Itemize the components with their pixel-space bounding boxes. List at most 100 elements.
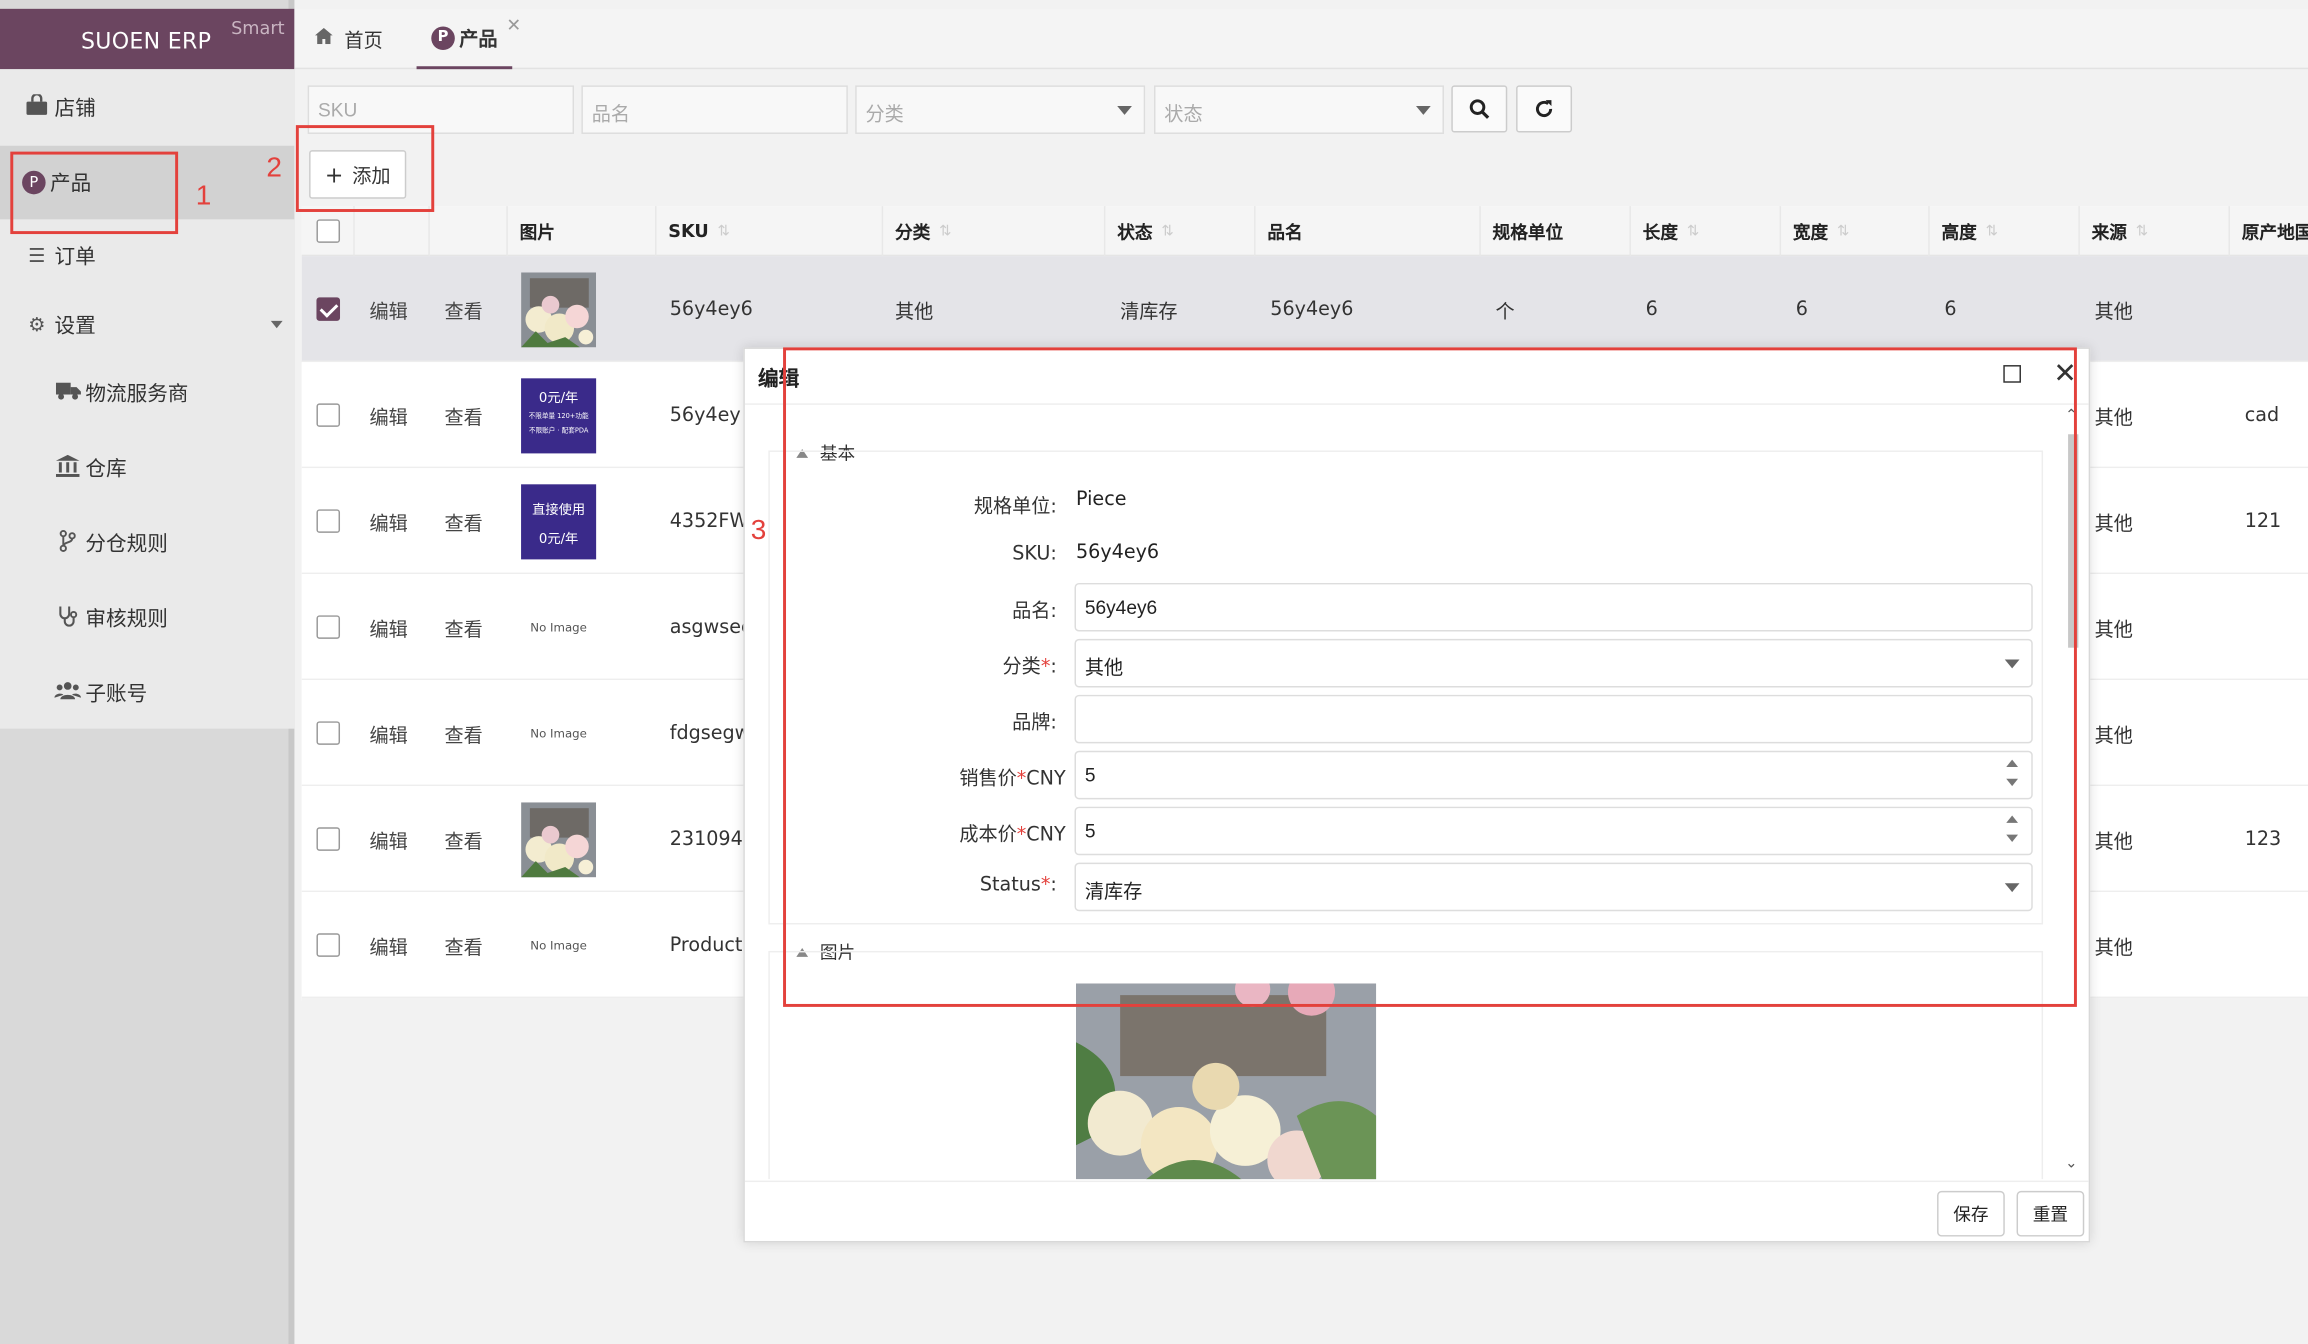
annotation-box: [10, 151, 179, 235]
width-cell: 6: [1795, 298, 1808, 321]
column-header-source[interactable]: 来源 ⇅: [2080, 206, 2230, 257]
column-header-unit[interactable]: 规格单位: [1481, 206, 1631, 257]
dialog-footer: 保存 重置: [744, 1180, 2089, 1243]
name-filter-input[interactable]: 品名: [581, 85, 848, 134]
source-cell: 其他: [2094, 513, 2133, 536]
row-checkbox[interactable]: [316, 297, 341, 321]
product-image[interactable]: [521, 786, 597, 892]
tab-product[interactable]: P 产品: [416, 9, 513, 70]
edit-link[interactable]: 编辑: [369, 892, 407, 998]
row-checkbox[interactable]: [316, 827, 341, 851]
category-filter-select[interactable]: 分类: [855, 85, 1146, 134]
sidebar-item-split-rules[interactable]: 分仓规则: [0, 506, 294, 580]
edit-link[interactable]: 编辑: [369, 786, 407, 892]
close-icon[interactable]: ✕: [506, 15, 521, 36]
users-icon: [53, 681, 82, 706]
column-header-view: [430, 206, 508, 257]
sidebar-item-sub-accounts[interactable]: 子账号: [0, 657, 294, 731]
table-row[interactable]: 编辑 查看 56y4ey6 其他 清库存 56y4ey6 个 6 6 6 其他: [301, 256, 2308, 363]
sidebar-item-label: 分仓规则: [85, 532, 168, 557]
row-checkbox[interactable]: [316, 403, 341, 427]
list-icon: ☰: [28, 245, 46, 268]
sort-icon: ⇅: [1161, 223, 1174, 240]
column-header-status[interactable]: 状态 ⇅: [1105, 206, 1256, 257]
row-checkbox[interactable]: [316, 933, 341, 957]
edit-link[interactable]: 编辑: [369, 574, 407, 680]
chevron-down-icon: [270, 320, 283, 329]
view-link[interactable]: 查看: [445, 680, 483, 786]
bank-icon: [53, 454, 82, 482]
select-all-checkbox[interactable]: [316, 219, 341, 243]
search-button[interactable]: [1451, 85, 1508, 133]
shopping-bag-icon: [22, 92, 51, 121]
product-image[interactable]: No Image: [521, 574, 596, 680]
view-link[interactable]: 查看: [445, 362, 483, 468]
view-link[interactable]: 查看: [445, 256, 483, 362]
source-cell: 其他: [2094, 936, 2133, 960]
brand-name: SUOEN ERP: [80, 27, 212, 55]
category-cell: 其他: [894, 301, 934, 324]
sidebar-item-review-rules[interactable]: 审核规则: [0, 581, 294, 655]
promo-thumbnail: 直接使用 0元/年: [521, 483, 597, 559]
row-checkbox[interactable]: [316, 509, 341, 533]
reset-button[interactable]: 重置: [2016, 1190, 2085, 1237]
edit-link[interactable]: 编辑: [369, 468, 407, 574]
chevron-down-icon[interactable]: ⌄: [2065, 1156, 2077, 1172]
origin-cell: cad: [2244, 404, 2280, 427]
save-button[interactable]: 保存: [1937, 1190, 2005, 1237]
column-header-image[interactable]: 图片: [508, 206, 657, 257]
sku-cell: asgwsee: [669, 616, 753, 639]
product-image[interactable]: No Image: [521, 892, 596, 998]
column-header-length[interactable]: 长度 ⇅: [1631, 206, 1782, 257]
edit-link[interactable]: 编辑: [369, 362, 407, 468]
product-image[interactable]: No Image: [521, 680, 596, 786]
promo-line: 不限单量 120+功能: [528, 411, 589, 420]
status-filter-select[interactable]: 状态: [1154, 85, 1444, 134]
product-photo[interactable]: [1075, 983, 1377, 1180]
column-header-category[interactable]: 分类 ⇅: [883, 206, 1106, 257]
promo-line: 0元/年: [538, 390, 579, 406]
refresh-icon: [1535, 100, 1553, 118]
sidebar-item-warehouse[interactable]: 仓库: [0, 431, 294, 505]
sidebar-item-label: 设置: [54, 315, 96, 339]
sidebar-item-logistics[interactable]: 物流服务商: [0, 356, 294, 430]
edit-link[interactable]: 编辑: [369, 256, 407, 362]
view-link[interactable]: 查看: [445, 786, 483, 892]
flowers-thumbnail: [521, 801, 597, 877]
view-link[interactable]: 查看: [445, 468, 483, 574]
tab-bar: 首页 P 产品 ✕: [294, 8, 2308, 70]
column-header-label: 原产地国: [2241, 221, 2308, 243]
column-header-name[interactable]: 品名: [1256, 206, 1481, 257]
table-header: 图片 SKU ⇅ 分类 ⇅ 状态 ⇅ 品名 规格单位 长度 ⇅ 宽度 ⇅ 高度 ⇅ 来源 ⇅ …: [301, 206, 2308, 257]
promo-line: 不限账户 · 配套PDA: [528, 426, 589, 435]
refresh-button[interactable]: [1516, 85, 1573, 133]
height-cell: 6: [1944, 298, 1957, 321]
status-filter-placeholder: 状态: [1164, 103, 1203, 126]
column-header-sku[interactable]: SKU ⇅: [656, 206, 884, 257]
view-link[interactable]: 查看: [445, 892, 483, 998]
sort-icon: ⇅: [717, 223, 730, 240]
chevron-down-icon: [1117, 105, 1132, 115]
row-checkbox[interactable]: [316, 615, 341, 639]
select-all-cell: [302, 206, 355, 257]
product-image[interactable]: [521, 256, 597, 362]
no-image-placeholder: No Image: [530, 938, 587, 952]
promo-line: 直接使用: [532, 502, 586, 518]
sku-cell: 4352FW: [669, 510, 749, 533]
edit-link[interactable]: 编辑: [369, 680, 407, 786]
source-cell: 其他: [2094, 407, 2133, 430]
sidebar-item-settings[interactable]: ⚙ 设置: [0, 289, 294, 363]
product-image[interactable]: 直接使用 0元/年: [521, 468, 597, 574]
sidebar-item-shop[interactable]: 店铺: [0, 71, 294, 145]
column-header-label: 分类: [894, 221, 931, 243]
unit-cell: 个: [1495, 301, 1515, 324]
tab-home[interactable]: 首页: [314, 9, 383, 69]
product-image[interactable]: 0元/年 不限单量 120+功能 不限账户 · 配套PDA: [521, 362, 597, 468]
column-header-origin[interactable]: 原产地国: [2230, 206, 2308, 256]
row-checkbox[interactable]: [316, 721, 341, 745]
product-p-icon: P: [431, 25, 455, 50]
column-header-height[interactable]: 高度 ⇅: [1930, 206, 2080, 257]
column-header-width[interactable]: 宽度 ⇅: [1781, 206, 1930, 257]
flowers-thumbnail: [521, 271, 597, 347]
view-link[interactable]: 查看: [445, 574, 483, 680]
